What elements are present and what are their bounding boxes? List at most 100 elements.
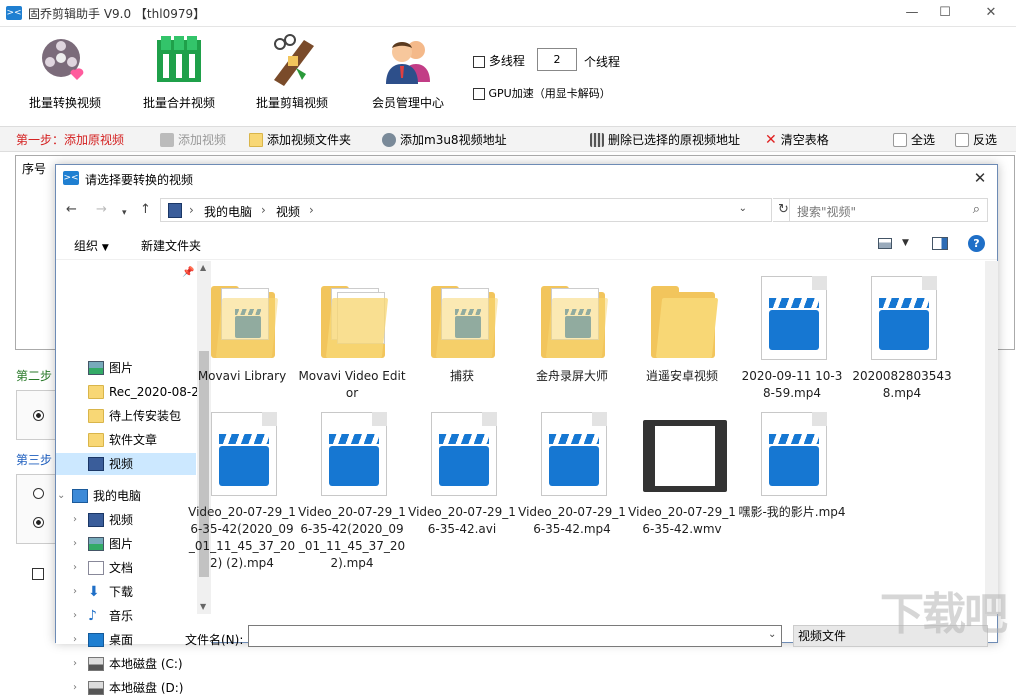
bottom-checkbox[interactable] [32, 568, 44, 580]
file-item[interactable]: Video_20-07-29_16-35-42.wmv [628, 408, 736, 538]
step2-radio[interactable] [33, 410, 44, 421]
nav-item-label: 我的电脑 [93, 489, 142, 503]
nav-item-label: 下载 [109, 585, 134, 599]
add-m3u8-button[interactable]: 添加m3u8视频地址 [382, 131, 507, 148]
recent-dropdown-icon[interactable]: ▾ [122, 205, 127, 221]
thread-count-input[interactable]: 2 [537, 48, 577, 71]
forward-arrow-icon[interactable]: → [96, 202, 107, 218]
expand-chevron-icon[interactable]: ⌄ [57, 485, 65, 507]
address-bar[interactable]: › 我的电脑 › 视频 › ⌄ [160, 198, 772, 222]
file-name: Video_20-07-29_16-35-42.mp4 [518, 505, 626, 536]
film-icon [160, 132, 174, 147]
filename-dropdown-icon[interactable]: ⌄ [768, 629, 776, 640]
select-all-button[interactable]: 全选 [893, 131, 935, 148]
scroll-up-icon[interactable]: ▲ [200, 263, 206, 272]
app-title: 固乔剪辑助手 V9.0 【thl0979】 [28, 7, 206, 21]
dialog-close-button[interactable]: ✕ [969, 168, 991, 188]
up-arrow-icon[interactable]: ↑ [140, 202, 151, 218]
step3-panel [16, 474, 56, 544]
add-folder-button[interactable]: 添加视频文件夹 [249, 131, 351, 148]
multithread-checkbox[interactable] [473, 55, 485, 68]
film-reel-icon [39, 34, 91, 86]
folder-item[interactable]: Movavi Video Editor [298, 272, 406, 402]
nav-item[interactable]: › 视频 [56, 509, 196, 531]
step3-radio-a[interactable] [33, 488, 44, 499]
new-folder-button[interactable]: 新建文件夹 [141, 237, 201, 254]
content-scrollbar[interactable] [985, 261, 998, 614]
nav-item[interactable]: Rec_2020-08-2 [56, 381, 199, 403]
expand-chevron-icon[interactable]: › [73, 581, 77, 603]
nav-item-label: 本地磁盘 (C:) [109, 657, 183, 671]
download-icon: ⬇ [88, 584, 100, 600]
folder-icon [88, 409, 104, 423]
clear-table-button[interactable]: ✕ 清空表格 [765, 131, 829, 148]
preview-pane-icon[interactable] [932, 237, 948, 250]
gpu-option[interactable]: GPU加速（用显卡解码） [473, 85, 611, 101]
nav-item[interactable]: 待上传安装包 [56, 405, 196, 427]
file-item[interactable]: Video_20-07-29_16-35-42.avi [408, 408, 516, 538]
maximize-button[interactable]: ☐ [930, 4, 960, 22]
scroll-down-icon[interactable]: ▼ [200, 602, 206, 611]
expand-chevron-icon[interactable]: › [73, 653, 77, 675]
video-folder-icon [417, 272, 507, 364]
search-input[interactable]: 搜索"视频" ⌕ [789, 198, 988, 222]
nav-item[interactable]: 软件文章 [56, 429, 196, 451]
expand-chevron-icon[interactable]: › [73, 509, 77, 531]
breadcrumb-my-computer[interactable]: 我的电脑 [204, 203, 252, 220]
expand-chevron-icon[interactable]: › [73, 677, 77, 699]
gpu-checkbox[interactable] [473, 88, 485, 100]
nav-item[interactable]: › ♪ 音乐 [56, 605, 196, 627]
file-item[interactable]: Video_20-07-29_16-35-42(2020_09_01_11_45… [298, 408, 406, 572]
file-item[interactable]: 20200828035438.mp4 [848, 272, 956, 402]
batch-convert-button[interactable]: 批量转换视频 [15, 34, 115, 116]
member-center-button[interactable]: 会员管理中心 [358, 34, 458, 116]
folder-item[interactable]: Movavi Library [188, 272, 296, 385]
view-mode-icon[interactable] [878, 238, 892, 249]
delete-selected-button[interactable]: 删除已选择的原视频地址 [590, 131, 740, 148]
filename-input[interactable] [248, 625, 782, 647]
step1-bar [0, 126, 1016, 152]
file-item[interactable]: Video_20-07-29_16-35-42.mp4 [518, 408, 626, 538]
filetype-label: 视频文件 [798, 629, 847, 643]
add-video-button[interactable]: 添加视频 [160, 131, 226, 148]
batch-cut-button[interactable]: 批量剪辑视频 [242, 34, 342, 116]
folder-item[interactable]: 捕获 [408, 272, 516, 385]
close-button[interactable]: ✕ [976, 4, 1006, 22]
nav-item[interactable]: › ⬇ 下载 [56, 581, 196, 603]
minimize-button[interactable]: — [897, 4, 927, 22]
file-item[interactable]: 嘿影-我的影片.mp4 [738, 408, 846, 521]
nav-item[interactable]: ⌄ 我的电脑 [56, 485, 196, 507]
nav-item[interactable]: › 桌面 [56, 629, 196, 651]
video-file-icon [857, 272, 947, 364]
nav-item[interactable]: › 图片 [56, 533, 196, 555]
file-item[interactable]: 2020-09-11 10-38-59.mp4 [738, 272, 846, 402]
file-name: 金舟录屏大师 [535, 369, 608, 383]
video-folder-icon [197, 272, 287, 364]
expand-chevron-icon[interactable]: › [73, 533, 77, 555]
nav-item[interactable]: › 本地磁盘 (D:) [56, 677, 196, 699]
organize-button[interactable]: 组织 ▼ [74, 237, 109, 254]
folder-item[interactable]: 逍遥安卓视频 [628, 272, 736, 385]
view-dropdown-icon[interactable]: ▼ [902, 238, 909, 248]
file-name: Video_20-07-29_16-35-42.avi [408, 505, 516, 536]
nav-item[interactable]: 图片 [56, 357, 196, 379]
documents-folder-icon [307, 272, 397, 364]
help-icon[interactable]: ? [968, 235, 985, 252]
video-file-icon [307, 408, 397, 500]
multithread-option[interactable]: 多线程 [473, 52, 525, 69]
breadcrumb-videos[interactable]: 视频 [276, 203, 300, 220]
nav-item-label: 音乐 [109, 609, 134, 623]
file-item[interactable]: Video_20-07-29_16-35-42(2020_09_01_11_45… [188, 408, 296, 572]
nav-item[interactable]: › 文档 [56, 557, 196, 579]
address-dropdown-icon[interactable]: ⌄ [739, 203, 747, 214]
batch-merge-button[interactable]: 批量合并视频 [129, 34, 229, 116]
folder-item[interactable]: 金舟录屏大师 [518, 272, 626, 385]
nav-item[interactable]: 视频 [56, 453, 196, 475]
invert-button[interactable]: 反选 [955, 131, 997, 148]
expand-chevron-icon[interactable]: › [73, 629, 77, 651]
nav-item[interactable]: › 本地磁盘 (C:) [56, 653, 196, 675]
expand-chevron-icon[interactable]: › [73, 557, 77, 579]
expand-chevron-icon[interactable]: › [73, 605, 77, 627]
step3-radio-b[interactable] [33, 517, 44, 528]
back-arrow-icon[interactable]: ← [66, 202, 77, 218]
